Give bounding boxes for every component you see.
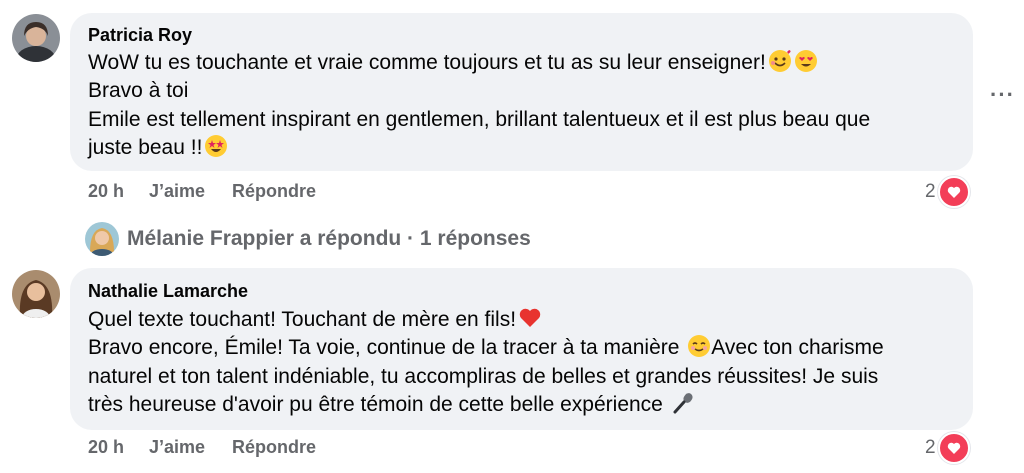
- reply-link[interactable]: Répondre: [232, 437, 316, 458]
- comment-text-line: WoW tu es touchante et vraie comme toujo…: [88, 49, 818, 81]
- like-link[interactable]: J’aime: [149, 437, 205, 458]
- comment-text-line: naturel et ton talent indéniable, tu acc…: [88, 365, 879, 388]
- replies-summary[interactable]: Mélanie Frappier a répondu · 1 réponses: [127, 227, 531, 251]
- smiling-face-emoji: [687, 334, 711, 366]
- reaction-count[interactable]: 2: [925, 181, 936, 203]
- comment-text-line: très heureuse d'avoir pu être témoin de …: [88, 391, 695, 423]
- comment-text-line: Bravo à toi: [88, 79, 189, 102]
- reaction-count[interactable]: 2: [925, 437, 936, 459]
- smiling-face-with-hearts-emoji: [768, 49, 792, 81]
- heart-icon[interactable]: [938, 176, 970, 208]
- more-options-icon[interactable]: ···: [990, 82, 1015, 108]
- avatar-melanie-frappier: [85, 222, 119, 256]
- heart-icon[interactable]: [938, 432, 970, 464]
- microphone-emoji: [671, 391, 695, 423]
- comment-text-line: Bravo encore, Émile! Ta voie, continue d…: [88, 334, 884, 366]
- comment-text-line: Emile est tellement inspirant en gentlem…: [88, 108, 871, 131]
- like-link[interactable]: J’aime: [149, 181, 205, 202]
- avatar-patricia-roy[interactable]: [12, 14, 60, 62]
- star-struck-emoji: [204, 134, 228, 166]
- heart-eyes-emoji: [794, 49, 818, 81]
- comment-author[interactable]: Nathalie Lamarche: [88, 281, 248, 302]
- comment-timestamp[interactable]: 20 h: [88, 437, 124, 458]
- comment-timestamp[interactable]: 20 h: [88, 181, 124, 202]
- avatar-nathalie-lamarche[interactable]: [12, 270, 60, 318]
- view-replies-link[interactable]: Mélanie Frappier a répondu · 1 réponses: [85, 222, 531, 256]
- comment-text-line: juste beau !!: [88, 134, 228, 166]
- comment-author[interactable]: Patricia Roy: [88, 25, 192, 46]
- reply-link[interactable]: Répondre: [232, 181, 316, 202]
